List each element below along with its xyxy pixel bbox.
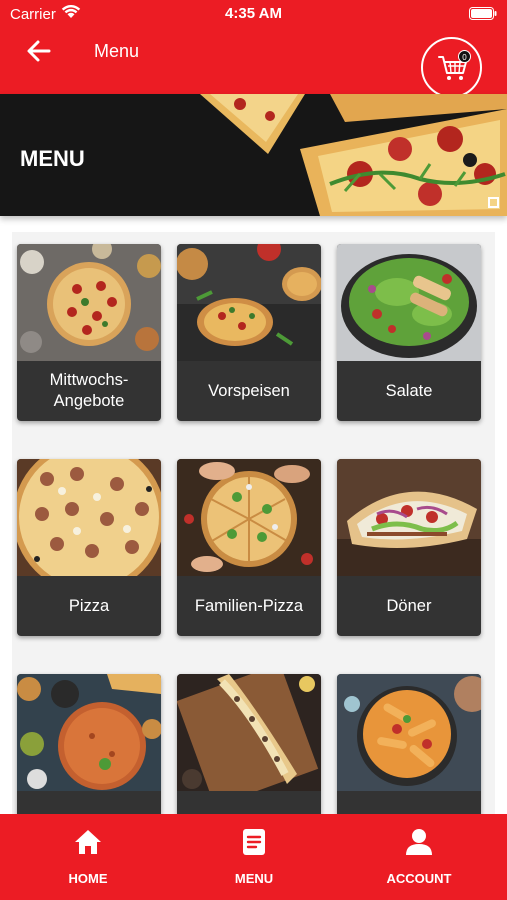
category-image [177, 674, 321, 791]
category-card[interactable] [17, 674, 161, 814]
user-icon [406, 829, 432, 855]
tab-home[interactable]: HOME [28, 814, 148, 900]
battery-icon [469, 7, 497, 20]
category-label: Pizza [68, 596, 110, 615]
category-image [17, 459, 161, 576]
category-card-pizza[interactable]: Pizza [17, 459, 161, 636]
home-icon [75, 830, 101, 854]
menu-list-icon [243, 829, 265, 855]
category-card-doener[interactable]: Döner [337, 459, 481, 636]
category-card-vorspeisen[interactable]: Vorspeisen [177, 244, 321, 421]
category-card-salate[interactable]: Salate [337, 244, 481, 421]
category-image [337, 459, 481, 576]
category-label: Vorspeisen [208, 381, 290, 400]
category-image [17, 244, 161, 361]
tab-label: HOME [68, 871, 108, 886]
category-card[interactable] [177, 674, 321, 814]
app-header: Carrier 4:35 AM Menu 0 [0, 0, 507, 98]
back-button[interactable] [24, 36, 54, 66]
tab-account[interactable]: ACCOUNT [359, 814, 479, 900]
clock: 4:35 AM [225, 5, 282, 22]
category-image [337, 244, 481, 361]
bottom-navigation: HOME MENU ACCOUNT [0, 814, 507, 900]
arrow-left-icon [27, 40, 51, 62]
cart-button[interactable]: 0 [421, 37, 482, 98]
category-image [17, 674, 161, 791]
tab-menu[interactable]: MENU [194, 814, 314, 900]
expand-icon [488, 197, 499, 208]
category-grid: Mittwochs-Angebote Vorspeisen Salate Piz… [12, 232, 495, 814]
category-label: Familien-Pizza [194, 596, 304, 615]
category-label: Döner [386, 596, 432, 615]
category-image [177, 244, 321, 361]
page-title: Menu [94, 41, 140, 61]
menu-banner: MENU [0, 94, 507, 216]
status-bar: Carrier 4:35 AM [0, 0, 507, 28]
banner-title: MENU [20, 146, 85, 171]
navigation-bar: Menu 0 [0, 28, 507, 98]
tab-label: MENU [234, 871, 274, 886]
tab-label: ACCOUNT [386, 871, 452, 886]
cart-count-badge: 0 [458, 50, 471, 63]
category-image [177, 459, 321, 576]
category-image [337, 674, 481, 791]
category-card-mittwochs-angebote[interactable]: Mittwochs-Angebote [17, 244, 161, 421]
category-card-familien-pizza[interactable]: Familien-Pizza [177, 459, 321, 636]
category-label: Salate [385, 381, 433, 400]
category-card[interactable] [337, 674, 481, 814]
category-label: Mittwochs-Angebote [49, 371, 129, 410]
